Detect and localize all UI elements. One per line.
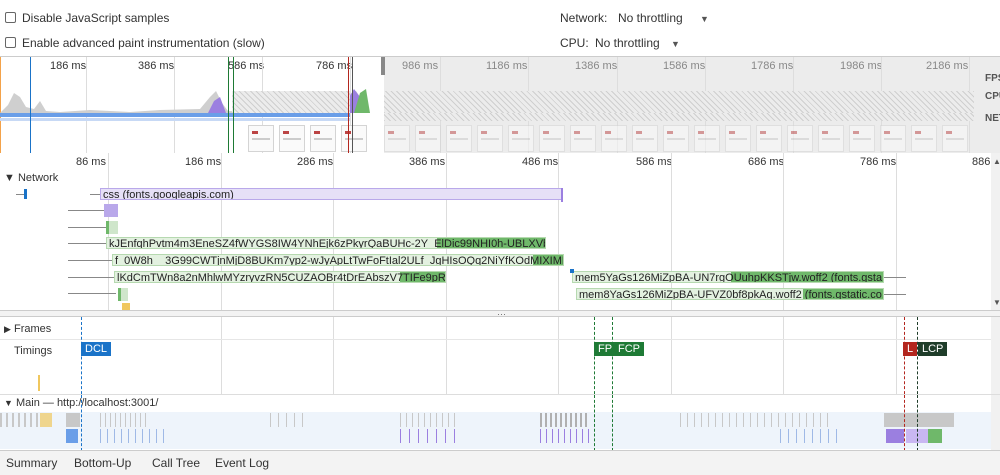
disable-js-samples-checkbox[interactable] [5,12,16,23]
frames-track-title: Frames [13,323,52,335]
chevron-down-icon: ▼ [700,14,709,24]
disable-js-samples-label[interactable]: Disable JavaScript samples [22,11,169,25]
tab-call-tree[interactable]: Call Tree [152,456,200,470]
timings-track-title: Timings [14,345,53,357]
details-tabbar: Summary Bottom-Up Call Tree Event Log [0,450,1000,475]
overview-tick: 2186 ms [926,60,969,72]
ruler-tick: 186 ms [185,156,222,168]
main-thread-track: ▼ Main — http://localhost:3001/ [0,394,1000,451]
scroll-up-icon[interactable]: ▲ [993,157,1000,166]
timeline-overview[interactable]: 186 ms 386 ms 586 ms 786 ms 986 ms 1186 … [0,56,1000,155]
overview-tick: 1986 ms [840,60,883,72]
network-request[interactable]: f_0W8h__3G99CWTjnMjD8BUKm7yp2-wJyApLtTwF… [112,254,564,266]
main-scrollbar[interactable] [991,395,1000,451]
ruler-tick: 86 ms [76,156,106,168]
expand-triangle-icon: ▼ [4,172,15,184]
net-label: NET [985,113,1000,124]
fps-label: FPS [985,73,1000,84]
overview-tick: 1586 ms [663,60,706,72]
cpu-idle-region [384,91,974,113]
overview-tick: 786 ms [316,60,353,72]
paint-instrumentation-label[interactable]: Enable advanced paint instrumentation (s… [22,36,265,50]
overview-tick: 1186 ms [486,60,528,72]
ruler-tick: 886 [972,156,991,168]
overview-tick: 386 ms [138,60,175,72]
cpu-throttle-label: CPU: [560,36,589,50]
load-marker[interactable]: L [903,342,918,356]
network-request[interactable]: lKdCmTWn8a2nMhlwMYzryvzRN5CUZAOBr4tDrEAb… [114,271,446,283]
cpu-throttle-value: No throttling [595,36,660,50]
cpu-label: CPU [985,91,1000,102]
frames-track-header[interactable]: ▶ Frames [4,323,51,335]
network-request[interactable]: mem8YaGs126MiZpBA-UFVZ0bf8pkAg.woff2 (fo… [576,288,884,300]
dcl-marker[interactable]: DCL [81,342,112,356]
network-request[interactable]: kJEnfqhPvtm4m3EneSZ4fWYGS8IW4YNhEjk6zPky… [106,237,546,249]
fcp-marker[interactable]: FCP [614,342,644,356]
network-request[interactable]: css (fonts.googleapis.com) [100,188,563,200]
network-request[interactable]: mem5YaGs126MiZpBA-UN7rgOUuhpKKSTjw.woff2… [572,271,884,283]
network-throttle-label: Network: [560,11,608,25]
capture-settings: Disable JavaScript samples Enable advanc… [0,0,1000,56]
expand-triangle-icon: ▼ [4,398,13,408]
network-scrollbar[interactable]: ▲ ▼ [991,153,1000,310]
network-track-title: Network [17,172,59,184]
tab-summary[interactable]: Summary [6,456,57,470]
frames-timings-tracks: ▶ Frames Timings DCL FP FCP L LCP [0,316,1000,399]
ruler-tick: 386 ms [409,156,446,168]
ruler-tick: 686 ms [748,156,785,168]
ruler-tick: 286 ms [297,156,334,168]
network-track-header[interactable]: ▼ Network [4,172,58,184]
network-throttle-select[interactable]: No throttling ▼ [618,11,709,25]
overview-tick: 186 ms [50,60,87,72]
main-track-title: Main — http://localhost:3001/ [15,397,159,409]
cpu-throttle-select[interactable]: No throttling ▼ [595,36,680,50]
overview-tick: 986 ms [402,60,439,72]
fp-marker[interactable]: FP [594,342,617,356]
scroll-down-icon[interactable]: ▼ [993,298,1000,307]
tab-event-log[interactable]: Event Log [215,456,269,470]
tab-bottom-up[interactable]: Bottom-Up [74,456,131,470]
timings-scrollbar[interactable] [991,317,1000,399]
network-track: 86 ms 186 ms 286 ms 386 ms 486 ms 586 ms… [0,153,1000,310]
overview-tick: 1786 ms [751,60,794,72]
ruler-tick: 586 ms [636,156,673,168]
expand-triangle-icon: ▶ [4,324,11,334]
overview-tick: 1386 ms [575,60,618,72]
chevron-down-icon: ▼ [671,39,680,49]
screenshot-filmstrip[interactable] [0,123,1000,154]
network-throttle-value: No throttling [618,11,683,25]
lcp-marker[interactable]: LCP [918,342,948,356]
ruler-tick: 486 ms [522,156,559,168]
ruler-tick: 786 ms [860,156,897,168]
paint-instrumentation-checkbox[interactable] [5,37,16,48]
overview-selection-handle[interactable] [381,57,385,75]
